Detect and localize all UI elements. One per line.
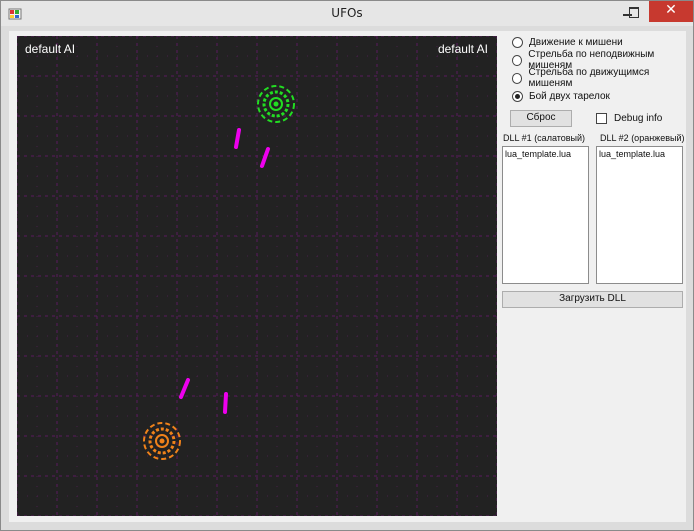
debug-info-option[interactable]: Debug info [596, 110, 662, 126]
load-dll-button[interactable]: Загрузить DLL [502, 291, 683, 308]
projectile [179, 378, 190, 399]
close-button[interactable]: ✕ [649, 1, 693, 22]
reset-button[interactable]: Сброс [510, 110, 572, 127]
mode-option-ufo-battle[interactable]: Бой двух тарелок [512, 88, 610, 104]
projectile [234, 128, 241, 149]
projectile [223, 392, 228, 414]
mode-label: Стрельба по движущимся мишеням [528, 67, 650, 89]
debug-checkbox[interactable] [596, 112, 607, 124]
ufo-green [257, 85, 295, 123]
window-title: UFOs [331, 6, 363, 20]
game-canvas [17, 36, 497, 516]
app-window: UFOs ✕ default AI default AI Движение к … [0, 0, 694, 531]
list-item[interactable]: lua_template.lua [505, 149, 571, 159]
dll2-label: DLL #2 (оранжевый) [600, 133, 685, 143]
game-field[interactable]: default AI default AI [17, 36, 497, 516]
left-ai-label: default AI [25, 42, 76, 56]
maximize-button[interactable] [621, 2, 647, 22]
mode-option-moving-targets[interactable]: Стрельба по движущимся мишеням [512, 67, 686, 89]
control-panel: Движение к мишени Стрельба по неподвижны… [502, 31, 686, 522]
radio-button[interactable] [512, 36, 523, 48]
ufo-orange [143, 422, 181, 460]
mode-label: Движение к мишени [529, 36, 623, 48]
list-item[interactable]: lua_template.lua [599, 149, 665, 159]
client-area: default AI default AI Движение к мишени … [9, 31, 686, 522]
dll2-listbox[interactable]: lua_template.lua [596, 146, 683, 284]
mode-option-static-targets[interactable]: Стрельба по неподвижным мишеням [512, 49, 686, 71]
maximize-icon [629, 7, 639, 18]
right-ai-label: default AI [437, 42, 488, 56]
debug-label: Debug info [614, 112, 663, 124]
dll1-label: DLL #1 (салатовый) [503, 133, 586, 143]
radio-button[interactable] [512, 72, 523, 84]
mode-label: Бой двух тарелок [529, 90, 610, 102]
mode-option-move-to-target[interactable]: Движение к мишени [512, 34, 623, 50]
title-bar[interactable]: UFOs ✕ [1, 1, 693, 26]
close-icon: ✕ [665, 2, 677, 18]
projectile [260, 147, 270, 168]
radio-button-selected[interactable] [512, 90, 523, 102]
radio-button[interactable] [512, 54, 523, 66]
dll1-listbox[interactable]: lua_template.lua [502, 146, 589, 284]
